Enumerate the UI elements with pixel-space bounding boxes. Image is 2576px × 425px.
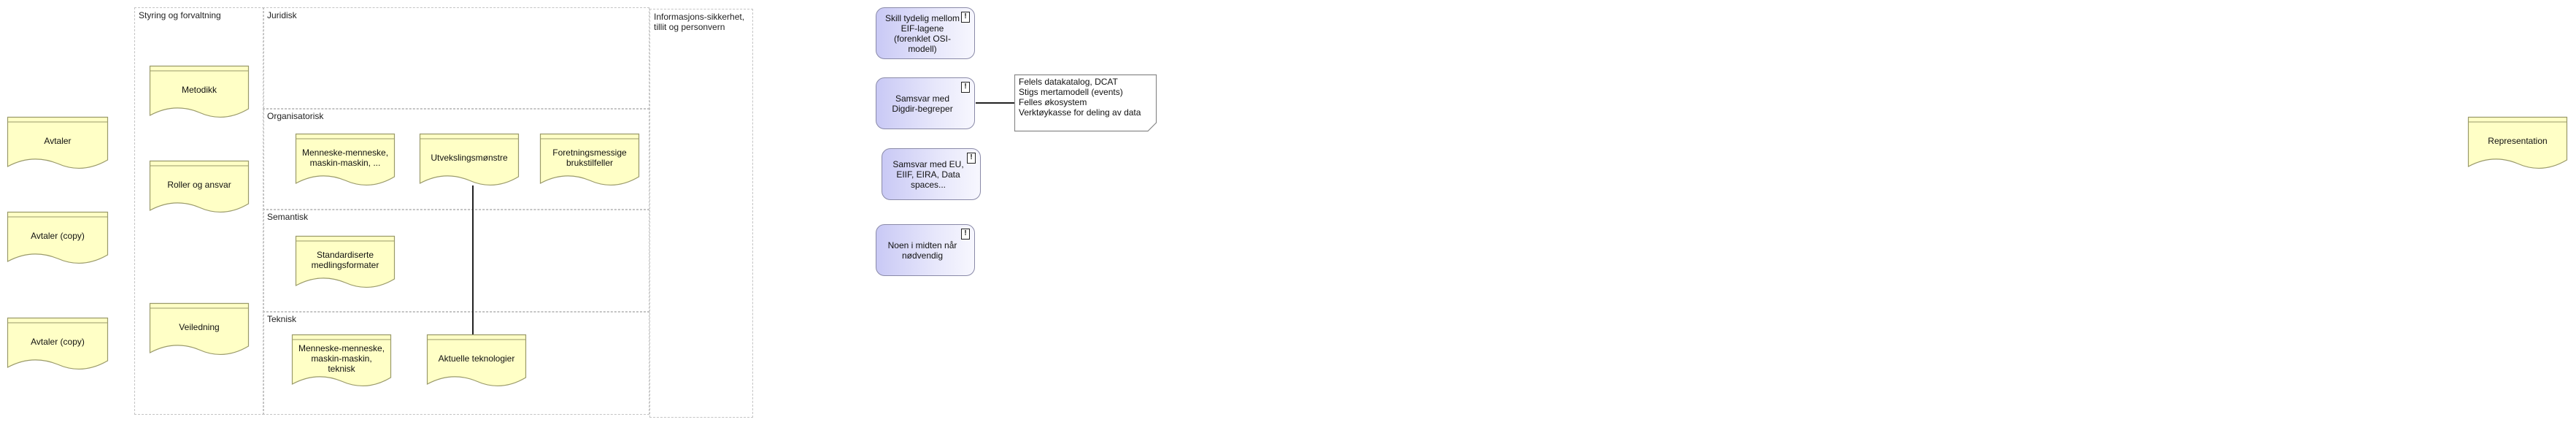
- artifact-menneske-organisatorisk[interactable]: Menneske-menneske, maskin-maskin, ...: [295, 133, 396, 187]
- note-lines: Felels datakatalog, DCAT Stigs mertamode…: [1019, 77, 1152, 118]
- artifact-standardiserte-medlingsformater[interactable]: Standardiserte medlingsformater: [295, 235, 396, 289]
- connector-utvekslingsmonstre-aktuelle: [472, 185, 474, 336]
- artifact-aktuelle-teknologier[interactable]: Aktuelle teknologier: [426, 334, 527, 388]
- artifact-menneske-teknisk[interactable]: Menneske-menneske, maskin-maskin, teknis…: [291, 334, 392, 388]
- artifact-avtaler-copy-2[interactable]: Avtaler (copy): [7, 317, 109, 371]
- group-label: Styring og forvaltning: [139, 10, 221, 20]
- group-informasjonssikkerhet[interactable]: Informasjons-sikkerhet, tillit og person…: [649, 9, 753, 418]
- group-label: Juridisk: [267, 10, 297, 20]
- artifact-label: Aktuelle teknologier: [438, 353, 515, 364]
- artifact-label: Avtaler (copy): [31, 336, 85, 347]
- artifact-label: Menneske-menneske, maskin-maskin, ...: [301, 147, 389, 168]
- group-label: Informasjons-sikkerhet, tillit og person…: [654, 12, 745, 32]
- principle-samsvar-eu[interactable]: Samsvar med EU, EIIF, EIRA, Data spaces.…: [882, 148, 981, 200]
- note-line: Verktøykasse for deling av data: [1019, 107, 1141, 118]
- principle-label: Samsvar med EU, EIIF, EIRA, Data spaces.…: [892, 158, 964, 190]
- artifact-avtaler[interactable]: Avtaler: [7, 116, 109, 170]
- note-line: Felles økosystem: [1019, 97, 1087, 107]
- group-juridisk[interactable]: Juridisk: [263, 7, 649, 110]
- note-line: Felels datakatalog, DCAT: [1019, 77, 1118, 87]
- artifact-label: Representation: [2488, 135, 2548, 146]
- exclamation-icon: !: [961, 229, 970, 240]
- connector-samsvar-digdir-note: [976, 102, 1014, 104]
- principle-label: Samsvar med Digdir-begreper: [892, 93, 953, 114]
- artifact-label: Avtaler (copy): [31, 230, 85, 241]
- note-digdir-begreper[interactable]: Felels datakatalog, DCAT Stigs mertamode…: [1014, 74, 1157, 132]
- group-label: Semantisk: [267, 212, 309, 222]
- exclamation-icon: !: [967, 153, 976, 164]
- artifact-label: Utvekslingsmønstre: [431, 152, 508, 163]
- principle-label: Noen i midten når nødvendig: [887, 240, 957, 261]
- group-label: Teknisk: [267, 314, 297, 324]
- artifact-utvekslingsmonstre[interactable]: Utvekslingsmønstre: [419, 133, 520, 187]
- principle-label: Skill tydelig mellom EIF-lagene (forenkl…: [884, 12, 960, 54]
- artifact-roller-og-ansvar[interactable]: Roller og ansvar: [149, 160, 250, 214]
- note-line: Stigs mertamodell (events): [1019, 87, 1123, 97]
- artifact-label: Menneske-menneske, maskin-maskin, teknis…: [298, 342, 385, 374]
- artifact-avtaler-copy-1[interactable]: Avtaler (copy): [7, 211, 109, 265]
- exclamation-icon: !: [961, 82, 970, 93]
- exclamation-icon: !: [961, 12, 970, 23]
- group-label: Organisatorisk: [267, 111, 324, 121]
- artifact-label: Avtaler: [44, 135, 72, 146]
- artifact-veiledning[interactable]: Veiledning: [149, 302, 250, 356]
- artifact-label: Roller og ansvar: [167, 179, 231, 190]
- artifact-label: Foretningsmessige brukstilfeller: [552, 147, 627, 168]
- artifact-label: Standardiserte medlingsformater: [311, 249, 379, 270]
- artifact-representation[interactable]: Representation: [2467, 116, 2568, 170]
- principle-noen-i-midten[interactable]: Noen i midten når nødvendig !: [876, 224, 975, 276]
- principle-samsvar-digdir[interactable]: Samsvar med Digdir-begreper !: [876, 77, 975, 129]
- artifact-label: Veiledning: [179, 321, 220, 332]
- artifact-metodikk[interactable]: Metodikk: [149, 65, 250, 119]
- artifact-label: Metodikk: [181, 84, 217, 95]
- artifact-foretningsmessige-brukstilfeller[interactable]: Foretningsmessige brukstilfeller: [539, 133, 640, 187]
- principle-skill-tydelig[interactable]: Skill tydelig mellom EIF-lagene (forenkl…: [876, 7, 975, 59]
